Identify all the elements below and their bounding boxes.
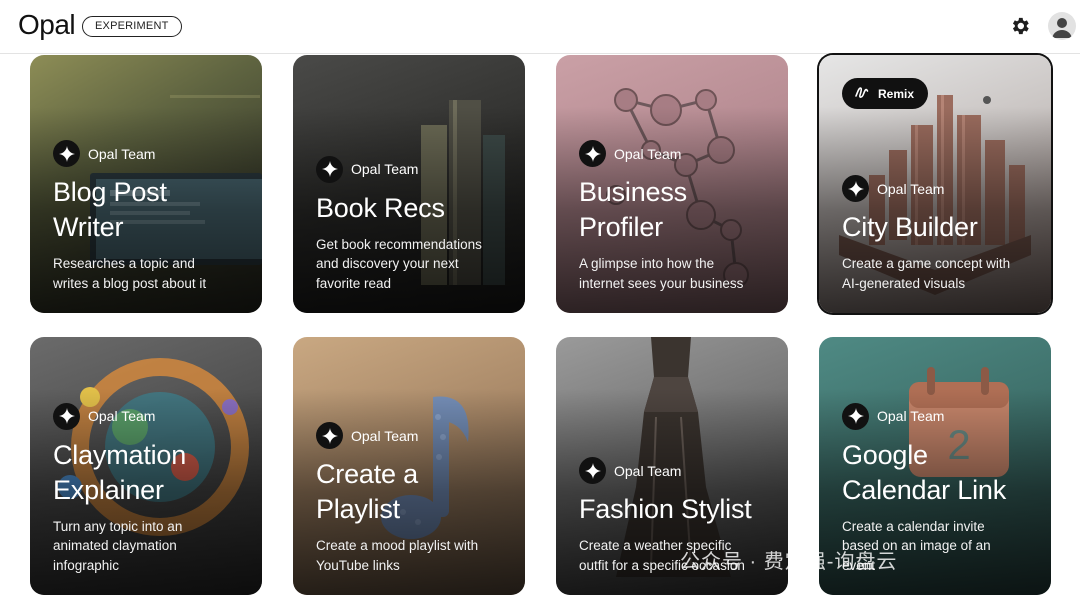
sparkle-icon bbox=[842, 175, 869, 202]
card-title-line: Writer bbox=[53, 212, 124, 242]
card-author: Opal Team bbox=[842, 175, 1037, 202]
card-description: Create a mood playlist with YouTube link… bbox=[316, 536, 511, 575]
card-author-name: Opal Team bbox=[877, 180, 945, 197]
sparkle-icon bbox=[53, 140, 80, 167]
app-logo[interactable]: Opal bbox=[18, 9, 76, 41]
card-author: Opal Team bbox=[316, 422, 511, 449]
card-title-line: Playlist bbox=[316, 494, 400, 524]
card-desc-line: animated claymation bbox=[53, 538, 177, 553]
sparkle-icon bbox=[842, 402, 869, 430]
card-title-line: Claymation bbox=[53, 439, 187, 470]
card-author-name: Opal Team bbox=[614, 145, 682, 162]
card-author-name: Opal Team bbox=[88, 145, 156, 162]
watermark-text: 公众号 · 费定强-询盘云 bbox=[680, 551, 898, 573]
card-author: Opal Team bbox=[842, 402, 1037, 430]
sparkle-icon bbox=[579, 140, 606, 167]
card-title-line: Business bbox=[579, 177, 687, 207]
experiment-badge: EXPERIMENT bbox=[82, 16, 182, 37]
card-desc-line: favorite read bbox=[316, 275, 392, 291]
sparkle-icon bbox=[579, 457, 606, 484]
card-desc-line: AI-generated visuals bbox=[842, 275, 966, 291]
sparkle-icon bbox=[53, 402, 80, 430]
card-title: Business Profiler bbox=[579, 175, 774, 245]
card-description: Turn any topic into an animated claymati… bbox=[53, 517, 248, 576]
card-title: City Builder bbox=[842, 210, 1037, 245]
card-title-line: City Builder bbox=[842, 212, 978, 242]
card-desc-line: Turn any topic into an bbox=[53, 518, 183, 534]
gear-icon[interactable] bbox=[1009, 15, 1031, 37]
card-author-name: Opal Team bbox=[88, 408, 156, 424]
card-desc-line: writes a blog post about it bbox=[53, 275, 207, 291]
card-claymation-explainer[interactable]: Opal Team Claymation Explainer Turn any … bbox=[30, 337, 262, 595]
card-title: Create a Playlist bbox=[316, 457, 511, 527]
card-desc-line: Get book recommendations bbox=[316, 236, 482, 252]
card-title: Google Calendar Link bbox=[842, 438, 1037, 508]
remix-label: Remix bbox=[878, 86, 915, 101]
card-title-line: Explainer bbox=[53, 474, 164, 505]
card-author-name: Opal Team bbox=[614, 462, 682, 479]
app-header: Opal EXPERIMENT bbox=[0, 0, 1080, 54]
card-desc-line: internet sees your business bbox=[579, 275, 744, 291]
sparkle-icon bbox=[316, 422, 343, 449]
card-title-line: Fashion Stylist bbox=[579, 494, 752, 524]
card-author-name: Opal Team bbox=[877, 408, 945, 424]
card-title-line: Blog Post bbox=[53, 177, 167, 207]
remix-button[interactable]: Remix bbox=[842, 78, 929, 109]
card-city-builder[interactable]: Remix Opal Team City Builder Create a ga… bbox=[819, 55, 1051, 313]
card-title-line: Google bbox=[842, 439, 928, 470]
card-title-line: Profiler bbox=[579, 212, 663, 242]
card-description: A glimpse into how the internet sees you… bbox=[579, 254, 774, 293]
card-author: Opal Team bbox=[579, 457, 774, 484]
card-description: Researches a topic and writes a blog pos… bbox=[53, 254, 248, 293]
card-author: Opal Team bbox=[316, 155, 511, 183]
card-description: Get book recommendations and discovery y… bbox=[316, 235, 511, 294]
card-author: Opal Team bbox=[53, 402, 248, 430]
card-title: Book Recs bbox=[316, 191, 511, 226]
card-desc-line: infographic bbox=[53, 557, 120, 573]
card-desc-line: Create a mood playlist with bbox=[316, 538, 479, 553]
card-desc-line: Create a calendar invite bbox=[842, 518, 985, 534]
card-title-line: Calendar Link bbox=[842, 474, 1007, 505]
card-create-a-playlist[interactable]: Opal Team Create a Playlist Create a moo… bbox=[293, 337, 525, 595]
card-business-profiler[interactable]: Opal Team Business Profiler A glimpse in… bbox=[556, 55, 788, 313]
card-title-line: Book Recs bbox=[316, 192, 445, 223]
card-desc-line: Researches a topic and bbox=[53, 256, 195, 271]
card-description: Create a game concept with AI-generated … bbox=[842, 254, 1037, 293]
card-blog-post-writer[interactable]: Opal Team Blog Post Writer Researches a … bbox=[30, 55, 262, 313]
card-desc-line: Create a game concept with bbox=[842, 256, 1011, 271]
card-author-name: Opal Team bbox=[351, 161, 419, 177]
card-title: Fashion Stylist bbox=[579, 492, 774, 527]
card-author: Opal Team bbox=[579, 140, 774, 167]
card-desc-line: YouTube links bbox=[316, 557, 400, 573]
card-author-name: Opal Team bbox=[351, 427, 419, 444]
card-desc-line: and discovery your next bbox=[316, 256, 459, 271]
avatar[interactable] bbox=[1048, 12, 1076, 40]
remix-icon bbox=[854, 85, 870, 102]
card-desc-line: A glimpse into how the bbox=[579, 256, 715, 271]
card-book-recs[interactable]: Opal Team Book Recs Get book recommendat… bbox=[293, 55, 525, 313]
sparkle-icon bbox=[316, 155, 343, 183]
card-title: Claymation Explainer bbox=[53, 438, 248, 508]
card-title: Blog Post Writer bbox=[53, 175, 248, 245]
card-author: Opal Team bbox=[53, 140, 248, 167]
card-title-line: Create a bbox=[316, 459, 418, 489]
